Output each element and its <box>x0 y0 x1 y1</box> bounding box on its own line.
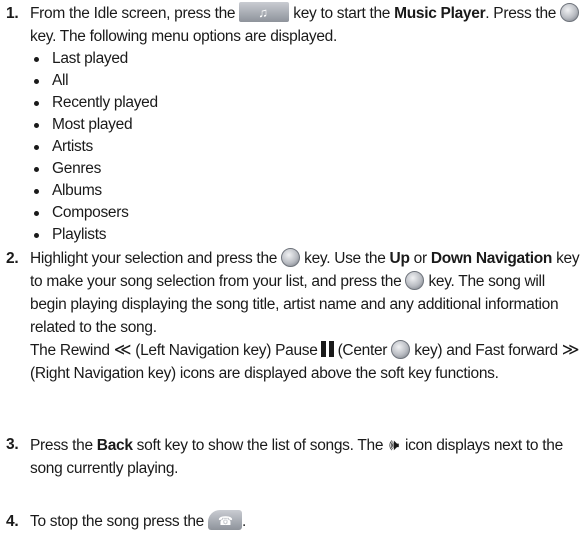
fast-forward-icon: ≫ <box>561 340 580 360</box>
list-item: All <box>32 70 581 92</box>
center-key-icon <box>405 271 425 290</box>
step-2: 2. Highlight your selection and press th… <box>6 247 581 385</box>
music-key-icon <box>239 1 290 24</box>
step-text: Highlight your selection and press the k… <box>30 248 580 382</box>
step-number: 4. <box>6 513 19 530</box>
step-number: 2. <box>6 250 19 267</box>
center-key-icon <box>281 248 301 267</box>
list-item: Last played <box>32 48 581 70</box>
list-item: Most played <box>32 114 581 136</box>
speaker-icon: 🕪 <box>389 435 399 454</box>
step-text: Press the Back soft key to show the list… <box>30 435 563 477</box>
list-item: Genres <box>32 158 581 180</box>
rewind-icon: ≪ <box>113 340 132 360</box>
step-number: 1. <box>6 5 19 22</box>
list-item: Composers <box>32 202 581 224</box>
step-1: 1. From the Idle screen, press the key t… <box>6 1 581 246</box>
menu-options-list: Last played All Recently played Most pla… <box>32 48 581 246</box>
step-text: From the Idle screen, press the key to s… <box>30 1 581 48</box>
step-4: 4. To stop the song press the . <box>6 510 581 533</box>
end-key-icon <box>208 510 243 533</box>
pause-icon <box>320 341 335 357</box>
step-3: 3. Press the Back soft key to show the l… <box>6 433 581 480</box>
list-item: Recently played <box>32 92 581 114</box>
list-item: Albums <box>32 180 581 202</box>
step-text: To stop the song press the . <box>30 510 581 533</box>
list-item: Playlists <box>32 224 581 246</box>
instructions-page: 1. From the Idle screen, press the key t… <box>0 0 587 541</box>
list-item: Artists <box>32 136 581 158</box>
center-key-icon <box>560 3 580 22</box>
step-number: 3. <box>6 436 19 453</box>
center-key-icon <box>391 340 411 359</box>
